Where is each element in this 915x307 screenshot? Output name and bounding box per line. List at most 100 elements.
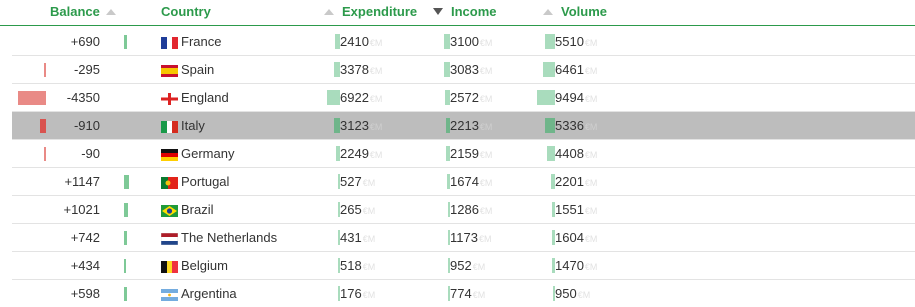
volume-value: 5510 xyxy=(555,34,584,49)
balance-value: +690 xyxy=(70,34,100,49)
expenditure-value: 176 xyxy=(340,286,362,301)
expenditure-value: 2410 xyxy=(340,34,369,49)
expenditure-bar xyxy=(327,90,340,105)
expenditure-cell: 265€M xyxy=(340,196,375,225)
column-header-income[interactable]: Income xyxy=(433,4,497,19)
volume-value: 1551 xyxy=(555,202,584,217)
unit-suffix: €M xyxy=(584,94,598,104)
country-name: Brazil xyxy=(181,202,214,217)
volume-cell: 1604€M xyxy=(555,224,597,253)
expenditure-value: 527 xyxy=(340,174,362,189)
column-header-income-label: Income xyxy=(451,4,497,19)
unit-suffix: €M xyxy=(479,38,493,48)
volume-cell: 1551€M xyxy=(555,196,597,225)
column-header-volume[interactable]: Volume xyxy=(543,4,607,19)
balance-positive-bar xyxy=(124,175,129,189)
balance-positive-bar xyxy=(124,287,127,301)
unit-suffix: €M xyxy=(584,38,598,48)
unit-suffix: €M xyxy=(362,178,376,188)
income-cell: 3083€M xyxy=(450,56,492,85)
income-value: 2572 xyxy=(450,90,479,105)
unit-suffix: €M xyxy=(577,290,591,300)
income-cell: 2159€M xyxy=(450,140,492,169)
column-header-expenditure[interactable]: Expenditure xyxy=(324,4,417,19)
column-header-balance[interactable]: Balance xyxy=(50,4,116,19)
unit-suffix: €M xyxy=(362,234,376,244)
sort-ascending-icon[interactable] xyxy=(105,8,116,15)
volume-value: 1604 xyxy=(555,230,584,245)
expenditure-cell: 6922€M xyxy=(340,84,382,113)
argentina-flag-icon xyxy=(161,289,178,301)
balance-value: +1021 xyxy=(63,202,100,217)
table-row[interactable]: -4350 England 6922€M 2572€M 9494€M xyxy=(12,84,915,112)
income-value: 2159 xyxy=(450,146,479,161)
expenditure-cell: 2249€M xyxy=(340,140,382,169)
unit-suffix: €M xyxy=(584,262,598,272)
column-header-expenditure-label: Expenditure xyxy=(342,4,418,19)
balance-positive-bar xyxy=(124,203,128,217)
unit-suffix: €M xyxy=(584,206,598,216)
sort-ascending-icon[interactable] xyxy=(543,8,553,15)
country-name: Spain xyxy=(181,62,215,77)
column-header-volume-label: Volume xyxy=(561,4,607,19)
table-row[interactable]: +1021 Brazil 265€M 1286€M 1551€M xyxy=(12,196,915,224)
volume-cell: 4408€M xyxy=(555,140,597,169)
england-flag-icon xyxy=(161,93,178,105)
volume-bar xyxy=(545,118,555,133)
table-row[interactable]: -295 Spain 3378€M 3083€M 6461€M xyxy=(12,56,915,84)
expenditure-value: 431 xyxy=(340,230,362,245)
expenditure-value: 2249 xyxy=(340,146,369,161)
volume-value: 6461 xyxy=(555,62,584,77)
unit-suffix: €M xyxy=(472,262,486,272)
sort-ascending-icon[interactable] xyxy=(324,8,334,15)
income-cell: 1286€M xyxy=(450,196,492,225)
unit-suffix: €M xyxy=(479,66,493,76)
unit-suffix: €M xyxy=(369,94,383,104)
expenditure-cell: 518€M xyxy=(340,252,375,281)
volume-bar xyxy=(537,90,555,105)
country-name: France xyxy=(181,34,222,49)
country-name: Belgium xyxy=(181,258,228,273)
unit-suffix: €M xyxy=(478,234,492,244)
expenditure-value: 518 xyxy=(340,258,362,273)
unit-suffix: €M xyxy=(479,178,493,188)
table-row[interactable]: +434 Belgium 518€M 952€M 1470€M xyxy=(12,252,915,280)
balance-value: +598 xyxy=(70,286,100,301)
volume-value: 950 xyxy=(555,286,577,301)
balance-value: -4350 xyxy=(66,90,100,105)
balance-value: +434 xyxy=(70,258,100,273)
france-flag-icon xyxy=(161,37,178,49)
country-name: England xyxy=(181,90,229,105)
volume-cell: 9494€M xyxy=(555,84,597,113)
table-row[interactable]: +742 The Netherlands 431€M 1173€M 1604€M xyxy=(12,224,915,252)
income-value: 952 xyxy=(450,258,472,273)
volume-cell: 950€M xyxy=(555,280,590,307)
unit-suffix: €M xyxy=(369,38,383,48)
spain-flag-icon xyxy=(161,65,178,77)
volume-cell: 1470€M xyxy=(555,252,597,281)
country-name: Portugal xyxy=(181,174,230,189)
volume-bar xyxy=(543,62,555,77)
volume-value: 2201 xyxy=(555,174,584,189)
sort-descending-icon[interactable] xyxy=(433,8,443,15)
unit-suffix: €M xyxy=(479,94,493,104)
column-header-country[interactable]: Country xyxy=(161,4,211,19)
table-row[interactable]: +598 Argentina 176€M 774€M 950€M xyxy=(12,280,915,307)
expenditure-cell: 176€M xyxy=(340,280,375,307)
country-name: Argentina xyxy=(181,286,237,301)
volume-value: 5336 xyxy=(555,118,584,133)
germany-flag-icon xyxy=(161,149,178,161)
balance-positive-bar xyxy=(124,35,127,49)
balance-value: -295 xyxy=(73,62,100,77)
unit-suffix: €M xyxy=(479,122,493,132)
balance-value: -910 xyxy=(73,118,100,133)
table-row[interactable]: -90 Germany 2249€M 2159€M 4408€M xyxy=(12,140,915,168)
table-header: Balance Country Expenditure Income Volum… xyxy=(0,0,915,26)
table-row[interactable]: +1147 Portugal 527€M 1674€M 2201€M xyxy=(12,168,915,196)
table-row[interactable]: +690 France 2410€M 3100€M 5510€M xyxy=(12,28,915,56)
table-row[interactable]: -910 Italy 3123€M 2213€M 5336€M xyxy=(12,112,915,140)
country-name: The Netherlands xyxy=(181,230,278,245)
unit-suffix: €M xyxy=(584,178,598,188)
income-value: 2213 xyxy=(450,118,479,133)
brazil-flag-icon xyxy=(161,205,178,217)
